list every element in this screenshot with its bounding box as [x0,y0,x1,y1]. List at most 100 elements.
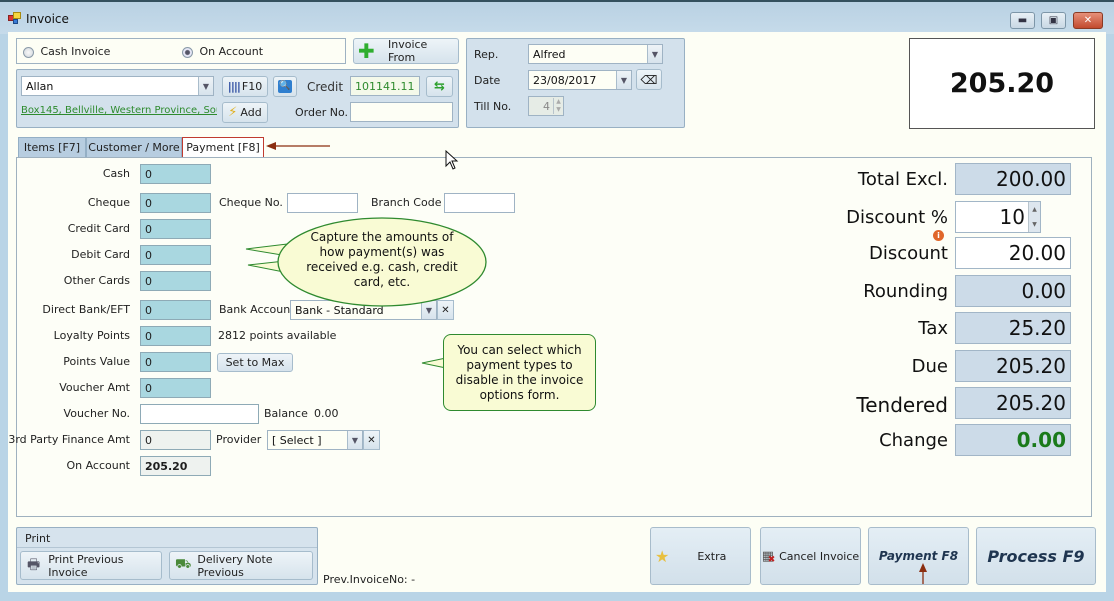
print-previous-invoice-button[interactable]: 🖶 Print Previous Invoice [20,551,162,580]
change-label: Change [879,430,948,451]
change-value: 0.00 [955,424,1071,456]
printer-icon: 🖶 [27,556,41,573]
refresh-credit-button[interactable]: ⇆ [426,76,453,97]
process-f9-button[interactable]: Process F9 [976,527,1096,585]
rep-label: Rep. [474,48,499,61]
customer-select[interactable]: Allan ▼ [21,76,214,96]
credit-label: Credit [307,80,344,94]
rounding-label: Rounding [863,281,948,302]
tab-payment[interactable]: Payment [F8] [182,137,264,158]
till-no-label: Till No. [474,100,512,113]
radio-icon [23,46,34,58]
tax-label: Tax [918,318,948,339]
close-icon: ✕ [1083,15,1093,26]
invoice-type-panel: Cash Invoice On Account [16,38,346,64]
barcode-icon: |||| [227,80,241,93]
cancel-invoice-button[interactable]: ▦ ✖ Cancel Invoice [760,527,861,585]
add-customer-button[interactable]: ⚡ Add [222,102,268,123]
branch-code-label: Branch Code [371,196,442,209]
provider-select[interactable]: [ Select ] ▼ [267,430,363,450]
customer-panel: Allan ▼ Box145, Bellville, Western Provi… [16,69,459,128]
search-customer-button[interactable]: 🔍 [273,76,297,97]
tendered-value: 205.20 [955,387,1071,419]
voucher-amt-input[interactable]: 0 [140,378,211,398]
tab-items[interactable]: Items [F7] [18,137,86,158]
chevron-down-icon: ▼ [198,77,213,95]
minimize-button[interactable]: ▬ [1010,12,1035,29]
cheque-input[interactable]: 0 [140,193,211,213]
prev-invoice-no: Prev.InvoiceNo: - [323,573,416,586]
select-callout: You can select which payment types to di… [443,334,596,411]
clear-provider-button[interactable]: ✕ [363,430,380,450]
total-display-value: 205.20 [949,68,1055,99]
other-cards-input[interactable]: 0 [140,271,211,291]
loyalty-points-label: Loyalty Points [53,329,130,342]
set-to-max-button[interactable]: Set to Max [217,353,293,372]
total-display: 205.20 [909,38,1095,129]
chevron-down-icon: ▼ [347,431,362,449]
minimize-icon: ▬ [1017,15,1028,26]
clear-date-button[interactable]: ⌫ [636,69,662,90]
cheque-label: Cheque [87,196,130,209]
on-account-radio[interactable]: On Account [182,45,263,58]
third-party-finance-input[interactable]: 0 [140,430,211,450]
select-callout-text: You can select which payment types to di… [455,342,584,402]
debit-card-label: Debit Card [71,248,130,261]
delivery-truck-icon: ⛟ [175,557,192,572]
debit-card-input[interactable]: 0 [140,245,211,265]
date-label: Date [474,74,501,87]
info-icon[interactable]: i [933,230,944,241]
order-no-input[interactable] [350,102,453,122]
points-available-text: 2812 points available [218,329,337,342]
cash-invoice-radio[interactable]: Cash Invoice [23,45,110,58]
rep-select[interactable]: Alfred ▼ [528,44,663,64]
voucher-no-input[interactable] [140,404,259,424]
on-account-label: On Account [199,45,264,58]
close-button[interactable]: ✕ [1073,12,1103,29]
on-account-amount-label: On Account [66,459,130,472]
rounding-value: 0.00 [955,275,1071,307]
balance-value: 0.00 [314,407,339,420]
cash-input[interactable]: 0 [140,164,211,184]
barcode-f10-button[interactable]: |||| F10 [222,76,268,97]
cheque-no-input[interactable] [287,193,358,213]
date-picker[interactable]: 23/08/2017 ▼ [528,70,632,90]
star-icon: ★ [655,546,670,566]
extra-button[interactable]: ★ Extra [650,527,751,585]
discount-label: Discount [868,243,948,264]
tab-customer-more[interactable]: Customer / More [86,137,182,158]
title-bar: Invoice ▬ ▣ ✕ [0,0,1114,34]
spinner-arrows-icon: ▲ ▼ [553,98,563,114]
cheque-no-label: Cheque No. [219,196,283,209]
till-no-spinner[interactable]: 4 ▲ ▼ [528,96,564,116]
radio-checked-icon [182,46,193,58]
provider-label: Provider [216,433,262,446]
backspace-clear-icon: ⌫ [640,72,658,87]
capture-callout-text: Capture the amounts of how payment(s) wa… [306,230,458,289]
loyalty-points-input[interactable]: 0 [140,326,211,346]
search-icon: 🔍 [278,80,292,93]
voucher-amt-label: Voucher Amt [59,381,130,394]
discount-percent-spinner[interactable]: 10 ▲ ▼ [955,201,1041,233]
print-group-label: Print [25,532,51,545]
invoice-from-button[interactable]: ✚ Invoice From [353,38,459,64]
customer-address-link[interactable]: Box145, Bellville, Western Province, Sou… [21,105,217,116]
app-icon [8,12,22,24]
cash-invoice-label: Cash Invoice [40,45,111,58]
cash-label: Cash [102,167,130,180]
points-value-input[interactable]: 0 [140,352,211,372]
due-label: Due [911,356,948,377]
voucher-no-label: Voucher No. [63,407,130,420]
mouse-cursor-icon [445,150,459,170]
points-value-label: Points Value [63,355,130,368]
tax-value: 25.20 [955,312,1071,344]
credit-card-input[interactable]: 0 [140,219,211,239]
close-x-icon: ✕ [367,434,376,446]
window-title: Invoice [26,12,69,26]
delivery-note-previous-button[interactable]: ⛟ Delivery Note Previous [169,551,313,580]
branch-code-input[interactable] [444,193,515,213]
rep-date-panel: Rep. Alfred ▼ Date 23/08/2017 ▼ ⌫ Till N… [466,38,685,128]
direct-bank-eft-input[interactable]: 0 [140,300,211,320]
maximize-button[interactable]: ▣ [1041,12,1066,29]
discount-input[interactable]: 20.00 [955,237,1071,269]
